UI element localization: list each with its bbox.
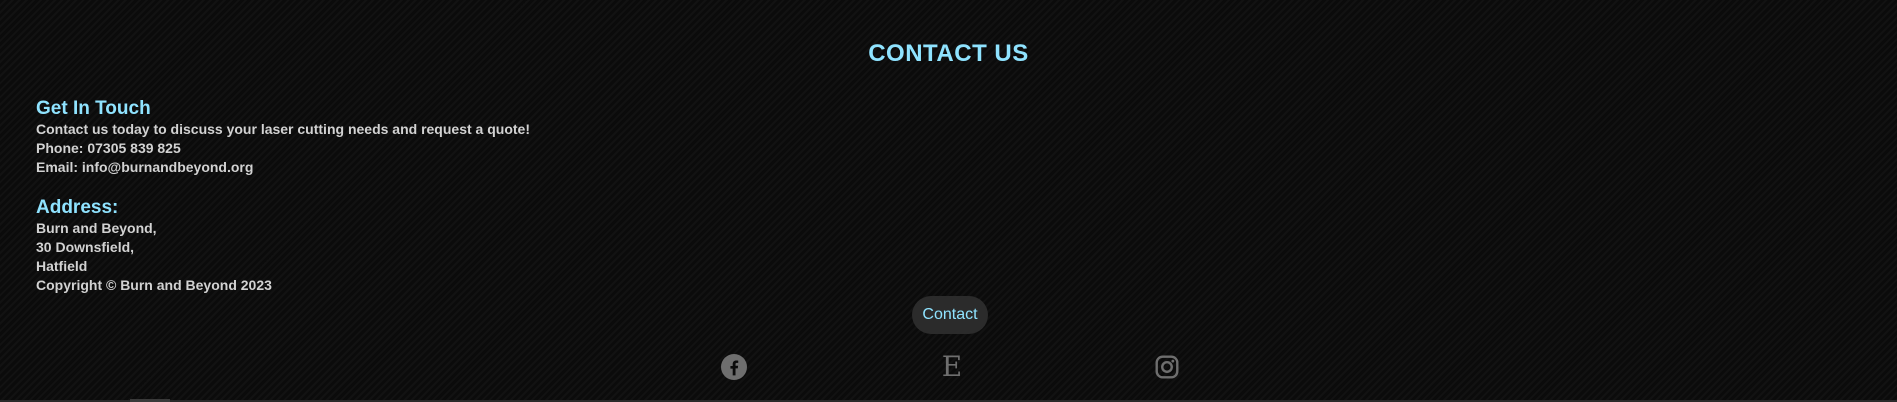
address-block: Address: Burn and Beyond, 30 Downsfield,…	[36, 197, 736, 295]
contact-intro: Contact us today to discuss your laser c…	[36, 121, 530, 137]
address-line-2: 30 Downsfield,	[36, 239, 135, 255]
phone-line: Phone: 07305 839 825	[36, 140, 181, 156]
facebook-icon[interactable]	[719, 352, 749, 382]
copyright-text: Copyright © Burn and Beyond 2023	[36, 277, 272, 293]
address-heading: Address:	[36, 197, 119, 218]
address-line-3: Hatfield	[36, 258, 88, 274]
get-in-touch-block: Get In Touch Contact us today to discuss…	[36, 98, 736, 177]
email-line: Email: info@burnandbeyond.org	[36, 159, 254, 175]
address-line-1: Burn and Beyond,	[36, 220, 157, 236]
section-title: CONTACT US	[868, 40, 1029, 67]
instagram-icon[interactable]	[1152, 352, 1182, 382]
contact-button[interactable]: Contact	[912, 296, 988, 334]
etsy-icon[interactable]: E	[937, 352, 967, 382]
etsy-letter: E	[941, 350, 963, 383]
get-in-touch-heading: Get In Touch	[36, 98, 151, 119]
